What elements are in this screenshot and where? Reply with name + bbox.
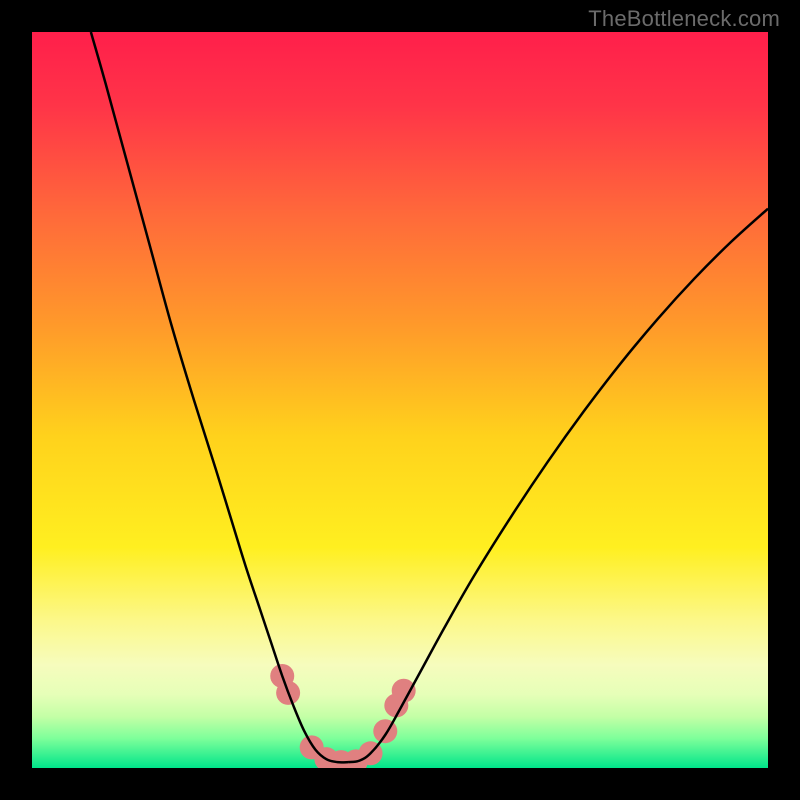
watermark-text: TheBottleneck.com — [588, 6, 780, 32]
chart-svg — [32, 32, 768, 768]
outer-frame: TheBottleneck.com — [0, 0, 800, 800]
plot-area — [32, 32, 768, 768]
valley-marker — [392, 679, 416, 703]
gradient-background — [32, 32, 768, 768]
